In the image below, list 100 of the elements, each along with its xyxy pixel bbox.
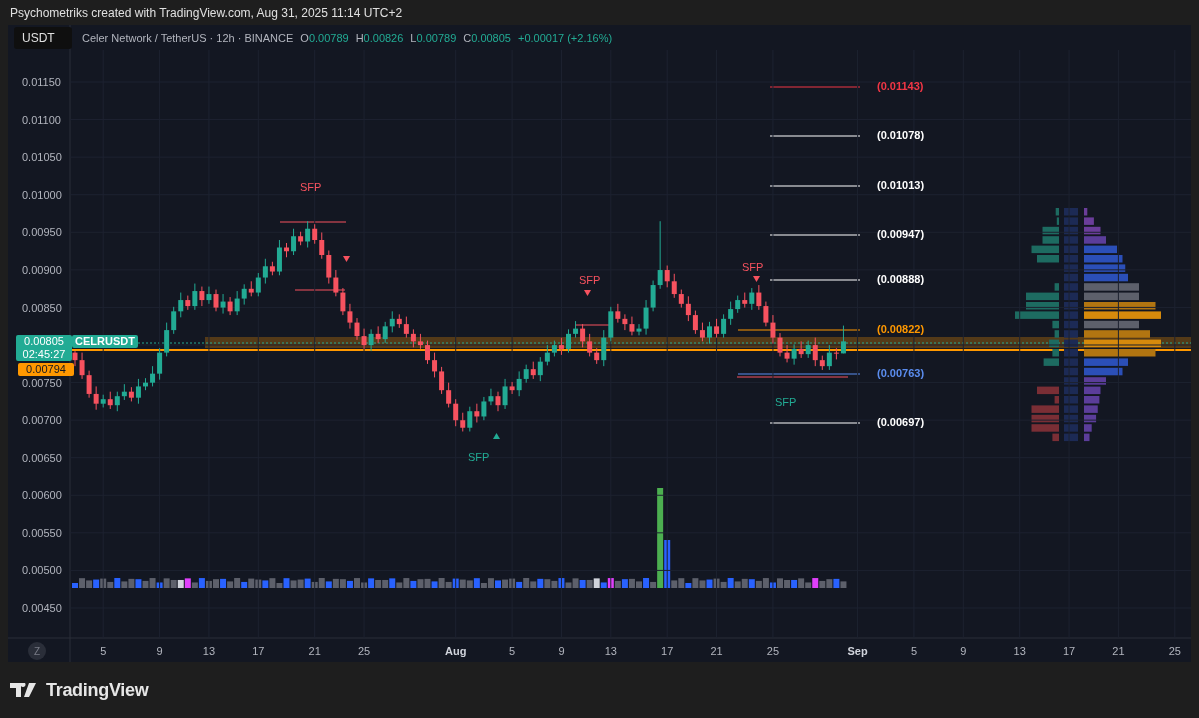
price-axis-label: 0.00750 [22, 375, 62, 390]
price-axis-label: 0.01100 [22, 112, 61, 127]
time-axis-label: 9 [558, 644, 565, 658]
candlestick [601, 329, 607, 367]
candlestick [262, 258, 268, 285]
sfp-label: SFP [742, 261, 764, 273]
candlestick [516, 370, 522, 397]
candlestick [728, 301, 734, 326]
candlestick [213, 289, 219, 312]
sfp-label: SFP [468, 451, 490, 463]
candlestick [79, 352, 85, 380]
time-axis-label: 17 [1062, 644, 1076, 658]
candlestick [333, 269, 339, 297]
candlestick [481, 396, 487, 421]
up-triangle-icon [493, 433, 500, 439]
candlestick [833, 347, 839, 360]
price-axis-label: 0.00700 [22, 413, 62, 428]
candlestick [636, 323, 642, 336]
time-axis-label: Aug [445, 644, 467, 658]
time-axis-label: Sep [847, 644, 868, 658]
symbol-tag: CELRUSDT [72, 335, 138, 348]
down-triangle-icon [753, 276, 760, 282]
candlestick [685, 295, 691, 322]
candlestick [692, 310, 698, 335]
candlestick [135, 378, 141, 405]
level-price-label: (0.00947) [877, 228, 925, 240]
time-axis-label: 9 [156, 644, 163, 658]
candlestick [389, 310, 395, 333]
level-price-label: (0.01143) [877, 80, 924, 92]
time-axis-label: 5 [100, 644, 107, 658]
candlestick [671, 273, 677, 299]
level-price-label: (0.00888) [877, 273, 925, 285]
candlestick [643, 299, 649, 336]
candlestick [826, 344, 832, 371]
candlestick [171, 306, 177, 335]
candlestick [502, 378, 508, 410]
price-change: +0.00017 (+2.16%) [517, 32, 613, 44]
price-axis-label: 0.01150 [22, 75, 61, 90]
symbol-title: Celer Network / TetherUS · 12h · BINANCE [82, 32, 294, 44]
candlestick [425, 340, 430, 365]
candlestick [495, 391, 501, 412]
candlestick [255, 272, 261, 297]
down-triangle-icon [584, 290, 591, 296]
price-axis-label: 0.00650 [22, 450, 62, 465]
time-axis-label: 13 [604, 644, 617, 658]
candlestick [580, 323, 586, 348]
time-axis-label: 21 [710, 644, 723, 658]
candlestick [763, 301, 769, 327]
level-price-label: (0.01013) [877, 179, 925, 191]
sfp-label: SFP [579, 274, 601, 286]
candlestick [192, 283, 198, 311]
candlestick [382, 321, 388, 344]
time-axis-label: 21 [1112, 644, 1125, 658]
time-axis-label: 13 [202, 644, 216, 658]
price-axis-label: 0.00900 [22, 263, 62, 277]
candlestick [721, 313, 727, 339]
candlestick [707, 321, 712, 345]
candlestick [714, 318, 720, 339]
time-axis-label: 25 [766, 644, 780, 658]
time-axis-label: 21 [308, 644, 321, 658]
candlestick [467, 406, 473, 432]
down-triangle-icon [343, 256, 350, 262]
candlestick [840, 325, 846, 354]
candlestick [777, 332, 783, 357]
candlestick [361, 328, 367, 350]
candlestick [523, 364, 529, 384]
candlestick [410, 328, 416, 348]
candlestick [319, 231, 325, 260]
candlestick [354, 317, 360, 341]
candlestick [291, 228, 297, 256]
sfp-label: SFP [775, 396, 797, 408]
candlestick [234, 290, 240, 316]
level-price-label: (0.00822) [877, 323, 925, 335]
price-axis-label: 0.00500 [22, 563, 62, 578]
candlestick [699, 322, 705, 342]
candlestick [566, 328, 571, 354]
price-axis-label: 0.00850 [22, 300, 62, 315]
symbol-button[interactable]: USDT [14, 27, 72, 49]
sfp-range-line [279, 221, 347, 223]
candlestick [157, 347, 163, 381]
candlestick [812, 337, 818, 367]
candlestick [72, 350, 78, 367]
candlestick [403, 316, 409, 339]
candlestick [439, 366, 445, 395]
candlestick [756, 284, 762, 311]
candlestick [474, 403, 480, 423]
candlestick [199, 286, 205, 307]
level-price-label: (0.00697) [877, 416, 925, 428]
level-price-label: (0.00763) [877, 367, 925, 379]
time-axis-label: 17 [252, 644, 265, 658]
candlestick [164, 322, 170, 357]
price-axis-label: 0.00550 [22, 525, 62, 540]
candlestick [749, 287, 755, 311]
candlestick [432, 352, 438, 378]
candlestick [93, 385, 99, 411]
candlestick [453, 398, 459, 427]
candlestick [629, 316, 635, 336]
candlestick [544, 344, 550, 366]
candlestick [650, 280, 656, 312]
ohlc-value: L0.00789 [410, 32, 457, 44]
